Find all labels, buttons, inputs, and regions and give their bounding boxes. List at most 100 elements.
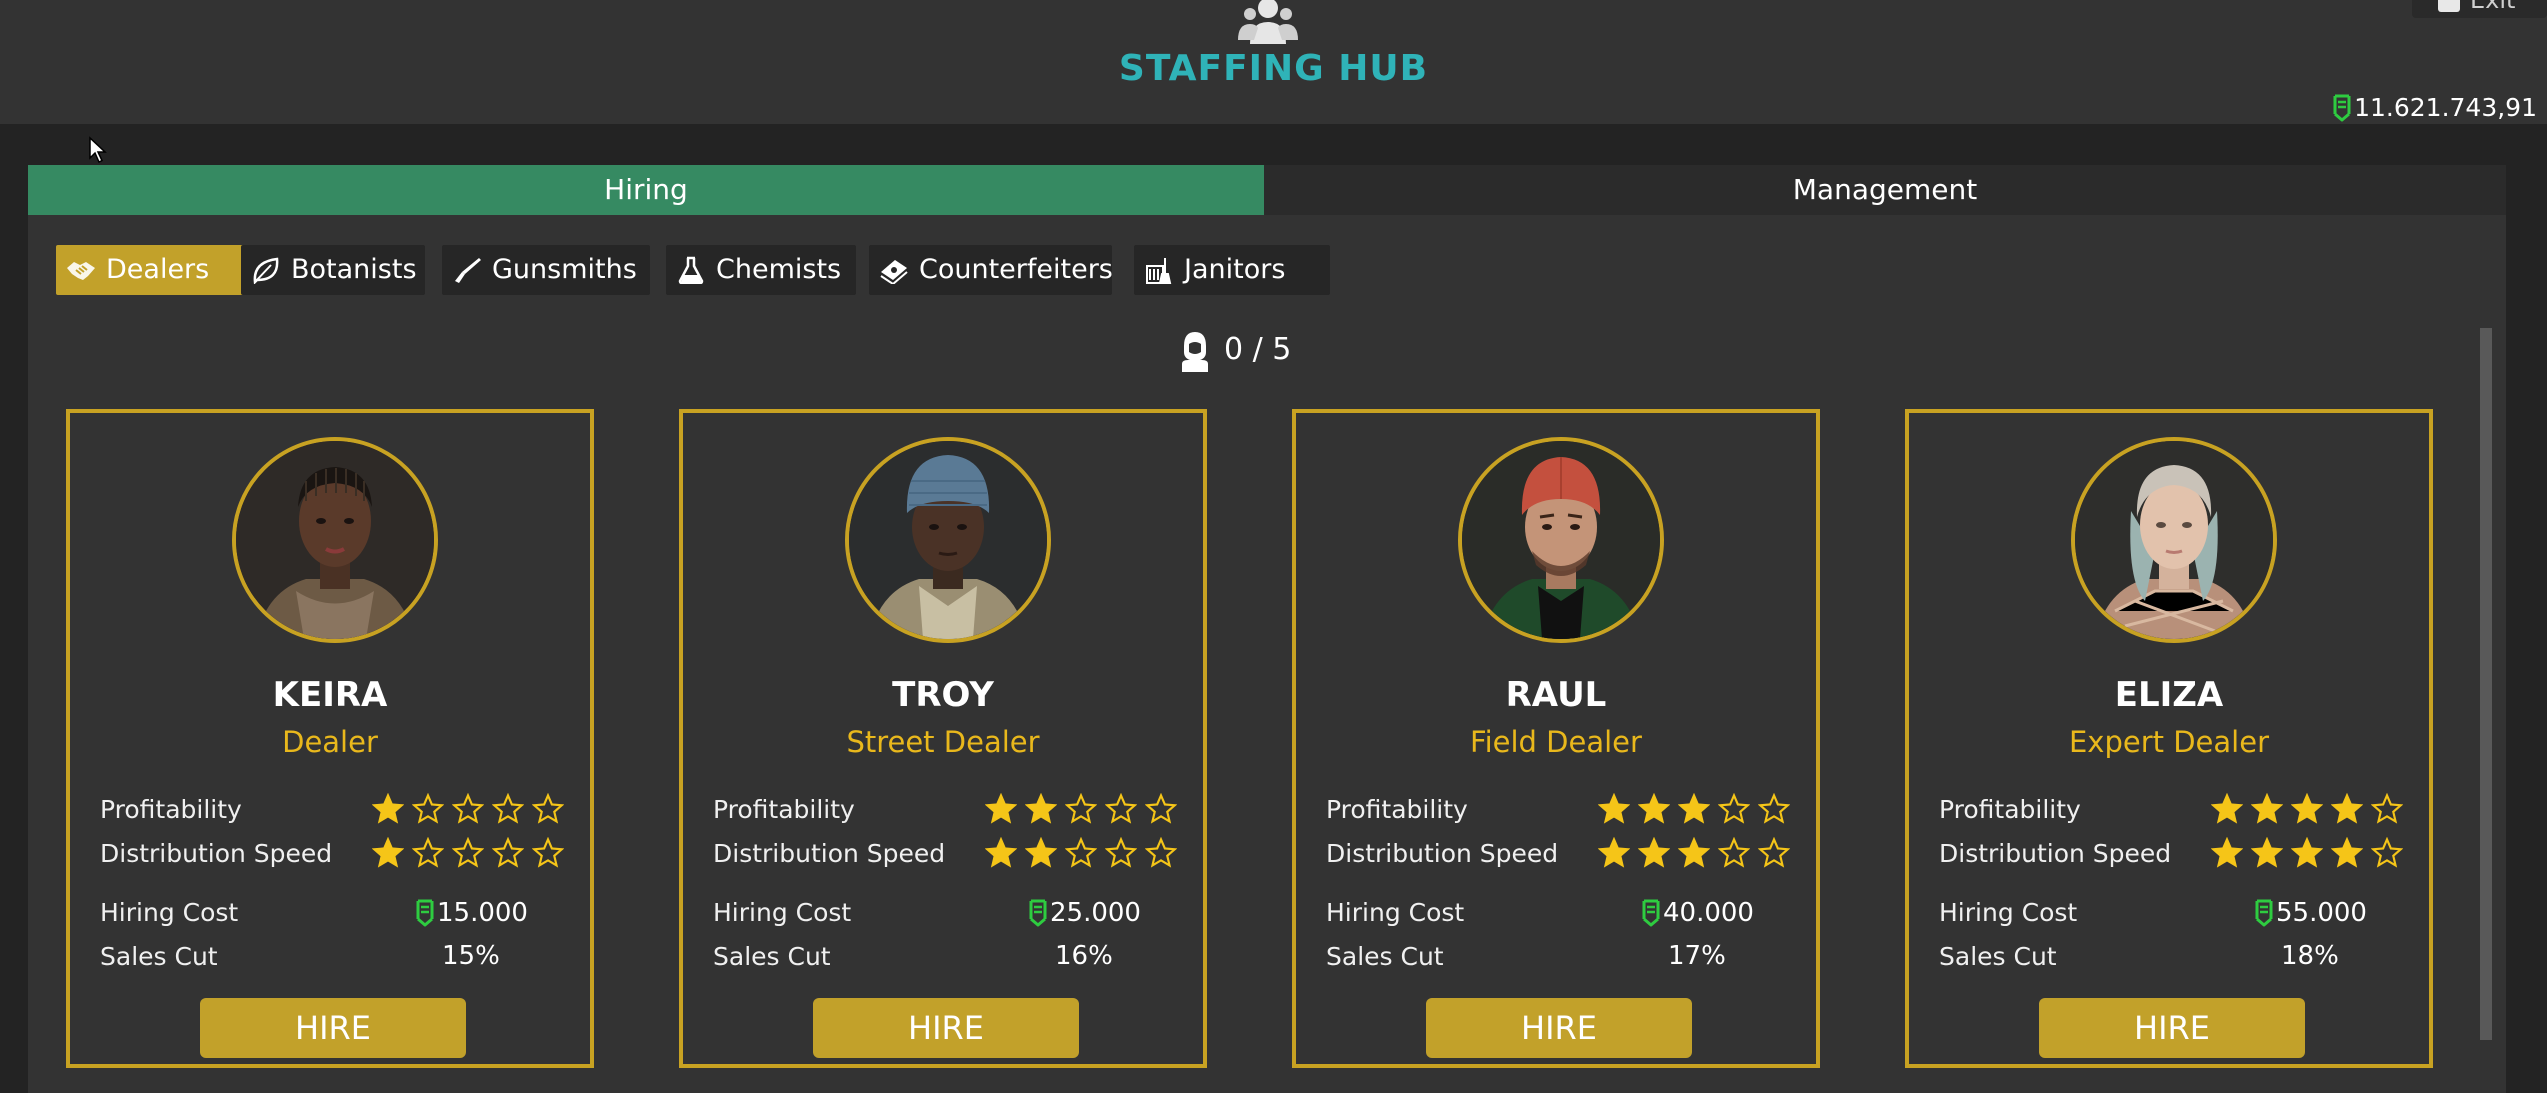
portrait-image [2075, 441, 2273, 639]
star-filled-icon [1679, 794, 1709, 823]
star-empty-icon [1759, 794, 1789, 823]
star-filled-icon [2212, 794, 2242, 823]
hire-button[interactable]: HIRE [2039, 998, 2305, 1058]
star-empty-icon [493, 794, 523, 823]
hiring-cost-label: Hiring Cost [713, 898, 852, 927]
hiring-cost-amount: 25.000 [1050, 898, 1141, 928]
avatar [232, 437, 438, 643]
category-label: Dealers [106, 254, 210, 285]
category-chemists[interactable]: Chemists [666, 245, 856, 295]
category-counterfeiters[interactable]: Counterfeiters [869, 245, 1113, 295]
hire-button[interactable]: HIRE [813, 998, 1079, 1058]
profitability-label: Profitability [100, 795, 242, 824]
star-filled-icon [373, 838, 403, 867]
hire-button[interactable]: HIRE [200, 998, 466, 1058]
handshake-icon [67, 262, 95, 280]
star-filled-icon [2252, 838, 2282, 867]
category-label: Gunsmiths [492, 254, 637, 285]
star-filled-icon [1026, 838, 1056, 867]
avatar [845, 437, 1051, 643]
money-value: 11.621.743,91 [2354, 93, 2537, 122]
star-filled-icon [2332, 794, 2362, 823]
sales-cut-value: 17% [1668, 941, 1726, 971]
exit-key-icon [2438, 0, 2460, 12]
star-filled-icon [1679, 838, 1709, 867]
candidate-card: KEIRA Dealer Profitability Distribution … [66, 409, 594, 1068]
star-empty-icon [1719, 794, 1749, 823]
profitability-stars [1599, 794, 1789, 823]
hooded-person-icon [1182, 331, 1208, 372]
star-filled-icon [1599, 838, 1629, 867]
flask-icon [678, 256, 704, 284]
distribution-speed-label: Distribution Speed [100, 839, 333, 868]
broom-icon [1146, 258, 1172, 284]
candidate-name: KEIRA [272, 675, 388, 715]
distribution-speed-label: Distribution Speed [713, 839, 946, 868]
distribution-speed-stars [986, 838, 1176, 867]
star-filled-icon [2212, 838, 2242, 867]
star-filled-icon [1639, 794, 1669, 823]
star-filled-icon [986, 838, 1016, 867]
top-bar: STAFFING HUB Exit 11.621.743,91 [0, 0, 2547, 124]
category-label: Counterfeiters [919, 254, 1113, 285]
star-empty-icon [533, 838, 563, 867]
sales-cut-label: Sales Cut [100, 942, 218, 971]
category-gunsmiths[interactable]: Gunsmiths [442, 245, 650, 295]
star-filled-icon [373, 794, 403, 823]
star-empty-icon [1106, 794, 1136, 823]
page-title: STAFFING HUB [1118, 48, 1429, 89]
star-empty-icon [453, 794, 483, 823]
scrollbar[interactable] [2480, 328, 2492, 1040]
star-filled-icon [2332, 838, 2362, 867]
cash-icon [1641, 897, 1661, 927]
hiring-cost-amount: 55.000 [2276, 898, 2367, 928]
star-empty-icon [2372, 838, 2402, 867]
star-empty-icon [413, 794, 443, 823]
star-empty-icon [1719, 838, 1749, 867]
star-empty-icon [413, 838, 443, 867]
star-empty-icon [2372, 794, 2402, 823]
tab-hiring[interactable]: Hiring [28, 165, 1264, 215]
exit-label: Exit [2470, 0, 2516, 14]
leaf-icon [253, 257, 279, 284]
category-janitors[interactable]: Janitors [1134, 245, 1330, 295]
profitability-label: Profitability [1939, 795, 2081, 824]
category-label: Botanists [291, 254, 417, 285]
avatar [2071, 437, 2277, 643]
star-filled-icon [1026, 794, 1056, 823]
sales-cut-label: Sales Cut [1939, 942, 2057, 971]
hiring-cost-amount: 15.000 [437, 898, 528, 928]
star-empty-icon [1146, 794, 1176, 823]
candidate-rank: Dealer [282, 725, 378, 759]
hiring-cost-value: 40.000 [1641, 897, 1801, 928]
mouse-cursor-icon [89, 136, 107, 164]
star-filled-icon [1599, 794, 1629, 823]
candidate-rank: Street Dealer [846, 725, 1040, 759]
star-filled-icon [2252, 794, 2282, 823]
star-filled-icon [2292, 838, 2322, 867]
category-dealers[interactable]: Dealers [56, 245, 253, 295]
profitability-stars [373, 794, 563, 823]
gun-icon [455, 258, 481, 283]
sales-cut-value: 18% [2281, 941, 2339, 971]
candidate-rank: Field Dealer [1470, 725, 1642, 759]
candidate-name: TROY [892, 675, 994, 715]
staff-slots-count: 0 / 5 [1224, 332, 1292, 367]
candidate-name: ELIZA [2114, 675, 2224, 715]
sales-cut-label: Sales Cut [1326, 942, 1444, 971]
distribution-speed-stars [1599, 838, 1789, 867]
star-filled-icon [986, 794, 1016, 823]
category-botanists[interactable]: Botanists [241, 245, 425, 295]
candidate-name: RAUL [1505, 675, 1607, 715]
cash-icon [2332, 92, 2352, 122]
hire-button[interactable]: HIRE [1426, 998, 1692, 1058]
tab-management[interactable]: Management [1264, 165, 2506, 215]
exit-button[interactable]: Exit [2412, 0, 2547, 18]
star-empty-icon [1066, 838, 1096, 867]
portrait-image [236, 441, 434, 639]
star-empty-icon [1759, 838, 1789, 867]
profitability-stars [2212, 794, 2402, 823]
star-empty-icon [533, 794, 563, 823]
cash-icon [1028, 897, 1048, 927]
star-empty-icon [493, 838, 523, 867]
